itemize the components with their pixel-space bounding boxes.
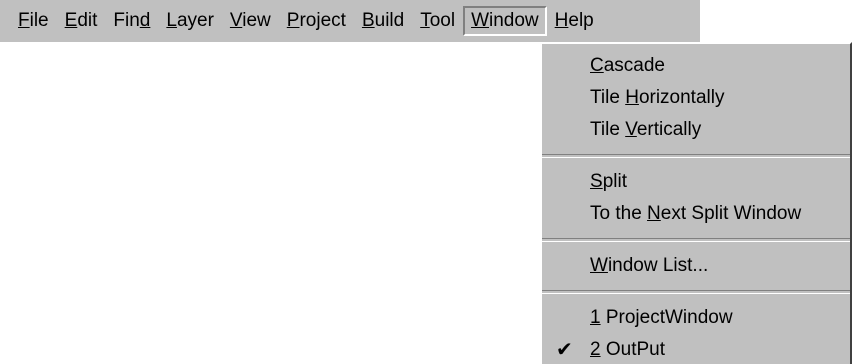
cascade-accel: C bbox=[590, 55, 604, 76]
menu-tool[interactable]: Tool bbox=[412, 6, 463, 36]
menu-help[interactable]: Help bbox=[547, 6, 602, 36]
menu-build-label-post: uild bbox=[374, 10, 405, 31]
menu-file-accel: F bbox=[18, 10, 30, 31]
win1-accel: 1 bbox=[590, 307, 601, 328]
menu-layer[interactable]: Layer bbox=[158, 6, 222, 36]
menu-edit[interactable]: Edit bbox=[57, 6, 106, 36]
menu-file-label-post: ile bbox=[29, 10, 49, 31]
tile-v-accel: V bbox=[625, 119, 637, 140]
menu-window[interactable]: Window bbox=[463, 6, 547, 36]
window-menu-dropdown: Cascade Tile Horizontally Tile Verticall… bbox=[540, 42, 852, 364]
menu-find-label-pre: Fin bbox=[113, 10, 140, 31]
menu-build[interactable]: Build bbox=[354, 6, 412, 36]
menu-window-label-post: indow bbox=[489, 10, 539, 31]
menu-item-project-window[interactable]: 1 ProjectWindow bbox=[542, 302, 850, 334]
tile-v-label-post: ertically bbox=[636, 119, 702, 140]
menu-item-tile-vertically[interactable]: Tile Vertically bbox=[542, 114, 850, 146]
menu-separator bbox=[542, 238, 850, 242]
menu-project-label-post: roject bbox=[299, 10, 346, 31]
menu-separator bbox=[542, 154, 850, 158]
split-label-post: plit bbox=[602, 171, 627, 192]
menu-window-accel: W bbox=[471, 10, 489, 31]
menu-find-accel: d bbox=[139, 10, 151, 31]
menu-bar-items: File Edit Find Layer View Project Build … bbox=[0, 0, 602, 42]
next-split-label-post: ext Split Window bbox=[660, 203, 802, 224]
menu-tool-accel: T bbox=[420, 10, 430, 31]
menu-item-next-split-window[interactable]: To the Next Split Window bbox=[542, 198, 850, 230]
application-window: File Edit Find Layer View Project Build … bbox=[0, 0, 852, 364]
tile-h-accel: H bbox=[625, 87, 639, 108]
tile-h-label-pre: Tile bbox=[590, 87, 626, 108]
menu-layer-accel: L bbox=[166, 10, 177, 31]
menu-item-tile-horizontally[interactable]: Tile Horizontally bbox=[542, 82, 850, 114]
menu-project[interactable]: Project bbox=[279, 6, 354, 36]
next-split-accel: N bbox=[647, 203, 661, 224]
menu-separator bbox=[542, 290, 850, 294]
menu-item-cascade[interactable]: Cascade bbox=[542, 50, 850, 82]
menu-edit-label-post: dit bbox=[77, 10, 98, 31]
window-list-label-post: indow List... bbox=[607, 255, 709, 276]
menu-help-accel: H bbox=[554, 10, 569, 31]
cascade-label-post: ascade bbox=[603, 55, 666, 76]
checkmark-icon: ✔ bbox=[556, 339, 573, 361]
split-accel: S bbox=[590, 171, 603, 192]
menu-bar: File Edit Find Layer View Project Build … bbox=[0, 0, 852, 42]
window-list-accel: W bbox=[590, 255, 608, 276]
menu-view-accel: V bbox=[229, 10, 243, 31]
menu-item-split[interactable]: Split bbox=[542, 166, 850, 198]
win2-accel: 2 bbox=[590, 339, 601, 360]
menu-find[interactable]: Find bbox=[105, 6, 158, 36]
menu-build-accel: B bbox=[361, 10, 375, 31]
menu-view-label-post: iew bbox=[242, 10, 271, 31]
menu-tool-label-post: ool bbox=[429, 10, 456, 31]
menu-help-label-post: elp bbox=[568, 10, 594, 31]
menu-file[interactable]: File bbox=[10, 6, 57, 36]
tile-v-label-pre: Tile bbox=[590, 119, 626, 140]
menu-item-window-list[interactable]: Window List... bbox=[542, 250, 850, 282]
menu-item-output[interactable]: ✔ 2 OutPut bbox=[542, 334, 850, 364]
win1-label-post: ProjectWindow bbox=[600, 307, 733, 328]
menu-layer-label-post: ayer bbox=[176, 10, 214, 31]
win2-label-post: OutPut bbox=[600, 339, 665, 360]
menu-edit-accel: E bbox=[64, 10, 78, 31]
menu-view[interactable]: View bbox=[222, 6, 279, 36]
menu-project-accel: P bbox=[286, 10, 300, 31]
next-split-label-pre: To the bbox=[590, 203, 648, 224]
tile-h-label-post: orizontally bbox=[638, 87, 725, 108]
